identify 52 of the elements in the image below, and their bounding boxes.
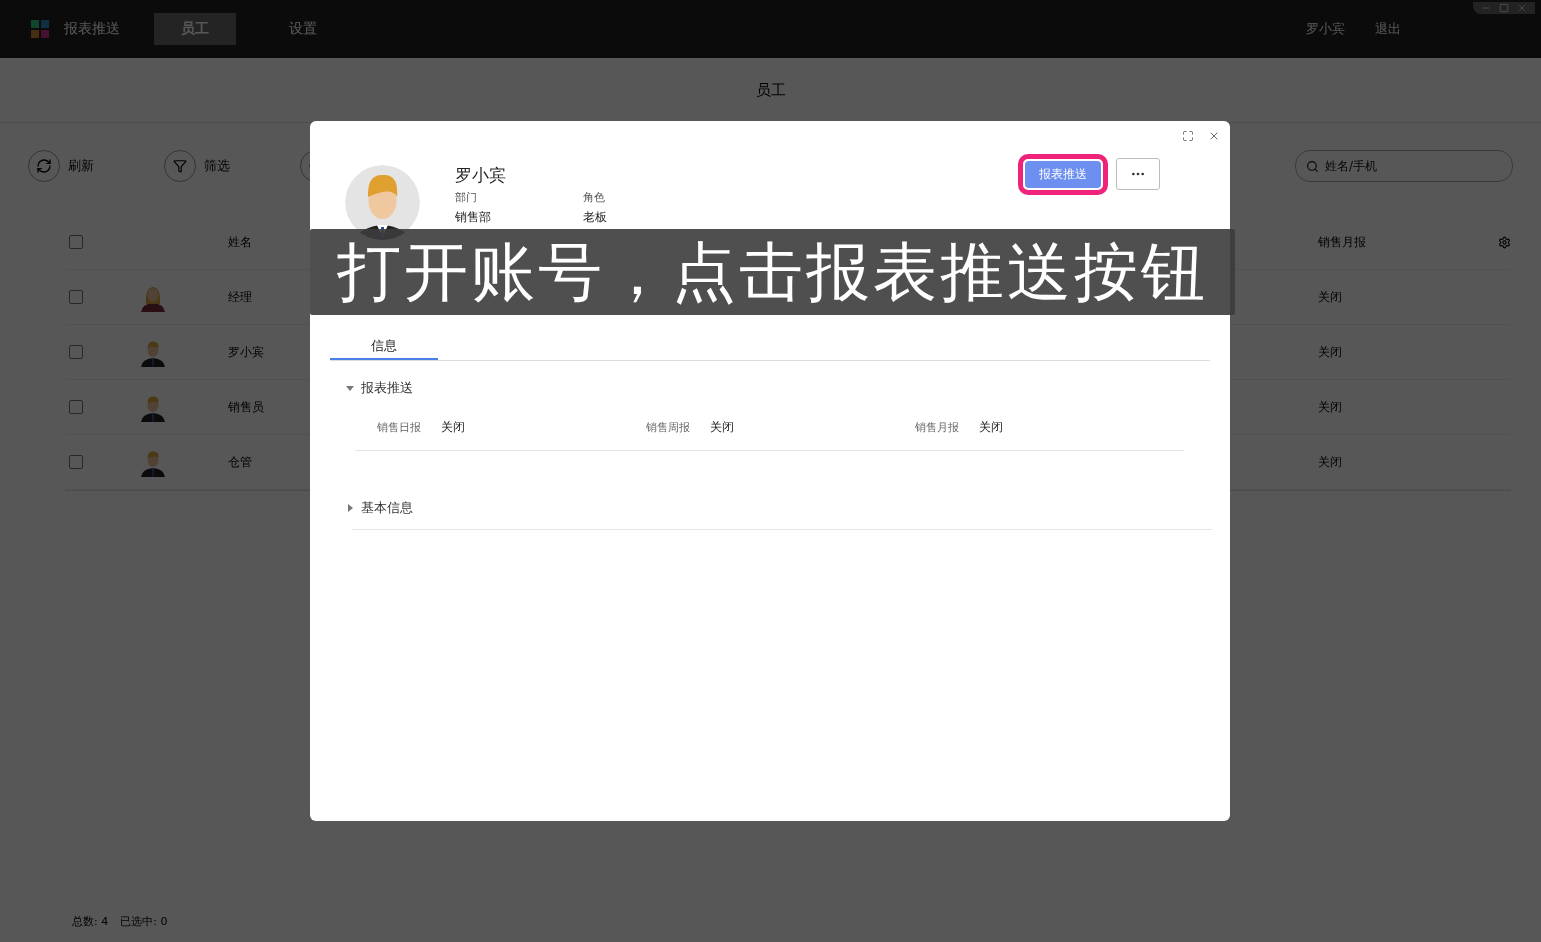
section-title[interactable]: 基本信息	[361, 499, 413, 517]
search-icon	[1306, 159, 1319, 173]
checkbox[interactable]	[69, 400, 83, 414]
field-label: 销售月报	[915, 420, 959, 435]
tab[interactable]: 信息	[330, 338, 438, 360]
caret-icon[interactable]	[345, 383, 355, 393]
page-title: 员工	[755, 80, 786, 100]
app-name: 报表推送	[64, 20, 120, 38]
nav-tab[interactable]: 设置	[262, 13, 344, 45]
table-cell: 关闭	[1318, 454, 1342, 469]
toolbar-button[interactable]: 筛选	[164, 150, 230, 182]
table-cell: 罗小宾	[228, 343, 264, 361]
maximize-icon[interactable]	[1499, 3, 1509, 13]
caption-text: 打开账号，点击报表推送按钮	[337, 234, 1208, 310]
report-push-button[interactable]: 报表推送	[1025, 161, 1101, 188]
field-label: 销售周报	[646, 420, 690, 435]
table-cell: 仓管	[228, 453, 252, 471]
caret-icon[interactable]	[345, 503, 355, 513]
table-cell: 销售员	[228, 398, 264, 416]
table-cell: 关闭	[1318, 289, 1342, 304]
table-cell: 关闭	[1318, 344, 1342, 359]
more-button[interactable]	[1116, 158, 1160, 190]
field-value: 关闭	[441, 419, 465, 436]
table-cell: 关闭	[1318, 399, 1342, 414]
person-name: 罗小宾	[455, 165, 507, 185]
field-value: 老板	[583, 210, 607, 224]
close-icon[interactable]	[1208, 130, 1220, 142]
field-value: 关闭	[979, 419, 1003, 436]
field-label: 角色	[583, 191, 606, 204]
user-name[interactable]: 罗小宾	[1306, 20, 1345, 38]
status-text: 已选中: 0	[120, 913, 168, 929]
field-label: 销售日报	[377, 420, 421, 435]
column-header: 销售月报	[1318, 234, 1366, 249]
field-value: 销售部	[455, 210, 491, 224]
refresh-icon	[36, 158, 52, 174]
search-field[interactable]: 姓名/手机	[1295, 150, 1513, 182]
section-title[interactable]: 报表推送	[361, 379, 413, 397]
expand-icon[interactable]	[1182, 130, 1194, 142]
field-label: 部门	[455, 191, 478, 204]
logout-link[interactable]: 退出	[1375, 20, 1401, 38]
logo-icon	[30, 19, 50, 39]
field-value: 关闭	[710, 419, 734, 436]
checkbox[interactable]	[69, 290, 83, 304]
toolbar-button[interactable]: 刷新	[28, 150, 94, 182]
checkbox[interactable]	[69, 235, 83, 249]
status-text: 总数: 4	[72, 913, 109, 929]
column-header: 姓名	[228, 233, 252, 251]
checkbox[interactable]	[69, 345, 83, 359]
filter-icon	[173, 159, 187, 173]
table-cell: 经理	[228, 288, 252, 306]
settings-icon[interactable]	[1498, 235, 1511, 249]
checkbox[interactable]	[69, 455, 83, 469]
